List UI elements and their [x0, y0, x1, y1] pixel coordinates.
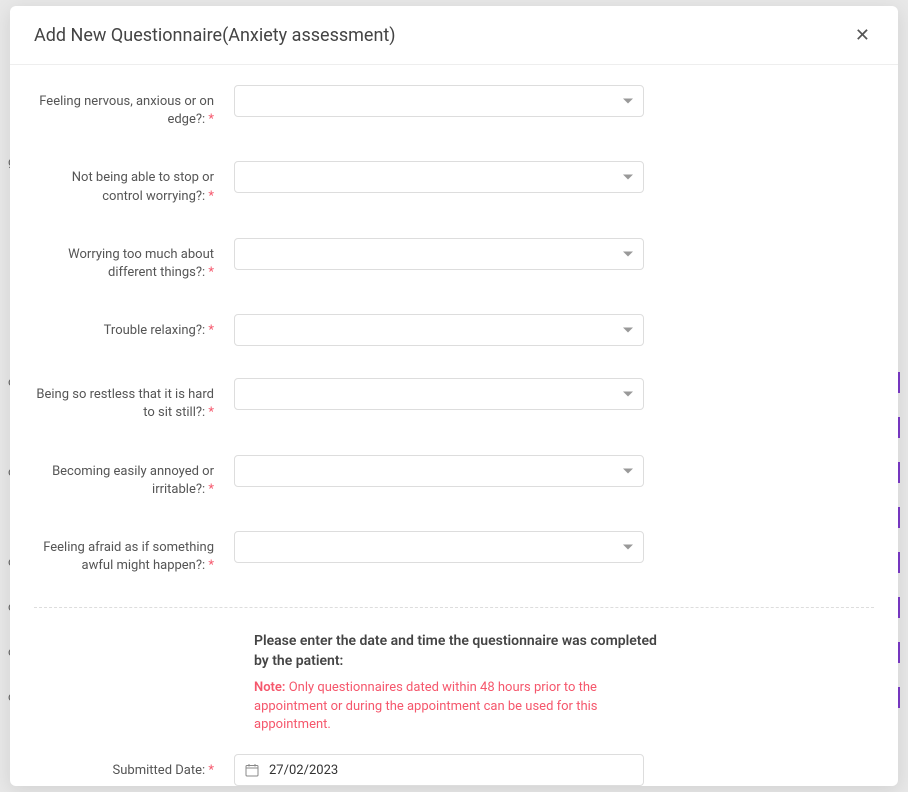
- chevron-down-icon: [623, 392, 633, 397]
- chevron-down-icon: [623, 175, 633, 180]
- chevron-down-icon: [623, 328, 633, 333]
- date-info-note: Note: Only questionnaires dated within 4…: [254, 679, 664, 734]
- close-icon: ✕: [855, 25, 870, 45]
- question-label: Becoming easily annoyed or irritable?: *: [34, 455, 234, 499]
- submitted-date-row: Submitted Date: * 27/02/2023: [34, 754, 874, 786]
- question-label: Trouble relaxing?: *: [34, 314, 234, 340]
- question-row: Not being able to stop or control worryi…: [34, 161, 874, 205]
- question-row: Being so restless that it is hard to sit…: [34, 378, 874, 422]
- chevron-down-icon: [623, 468, 633, 473]
- date-value: 27/02/2023: [269, 763, 338, 778]
- submitted-date-label: Submitted Date: *: [34, 754, 234, 780]
- question-row: Feeling nervous, anxious or on edge?: *: [34, 85, 874, 129]
- question-select-5[interactable]: [234, 378, 644, 410]
- calendar-icon: [245, 763, 259, 777]
- chevron-down-icon: [623, 251, 633, 256]
- question-row: Feeling afraid as if something awful mig…: [34, 531, 874, 575]
- question-select-1[interactable]: [234, 85, 644, 117]
- modal-dialog: Add New Questionnaire(Anxiety assessment…: [10, 6, 898, 786]
- question-label: Worrying too much about different things…: [34, 238, 234, 282]
- modal-body: Feeling nervous, anxious or on edge?: * …: [10, 65, 898, 786]
- question-row: Trouble relaxing?: *: [34, 314, 874, 346]
- question-select-3[interactable]: [234, 238, 644, 270]
- submitted-date-input[interactable]: 27/02/2023: [234, 754, 644, 786]
- question-label: Being so restless that it is hard to sit…: [34, 378, 234, 422]
- section-divider: [34, 607, 874, 608]
- question-select-2[interactable]: [234, 161, 644, 193]
- date-info-section: Please enter the date and time the quest…: [254, 632, 664, 734]
- question-label: Not being able to stop or control worryi…: [34, 161, 234, 205]
- modal-title: Add New Questionnaire(Anxiety assessment…: [34, 25, 396, 46]
- question-label: Feeling afraid as if something awful mig…: [34, 531, 234, 575]
- chevron-down-icon: [623, 99, 633, 104]
- question-row: Becoming easily annoyed or irritable?: *: [34, 455, 874, 499]
- question-label: Feeling nervous, anxious or on edge?: *: [34, 85, 234, 129]
- chevron-down-icon: [623, 544, 633, 549]
- question-select-6[interactable]: [234, 455, 644, 487]
- date-info-heading: Please enter the date and time the quest…: [254, 632, 664, 671]
- modal-header: Add New Questionnaire(Anxiety assessment…: [10, 6, 898, 65]
- question-select-7[interactable]: [234, 531, 644, 563]
- question-row: Worrying too much about different things…: [34, 238, 874, 282]
- close-button[interactable]: ✕: [851, 22, 874, 48]
- question-select-4[interactable]: [234, 314, 644, 346]
